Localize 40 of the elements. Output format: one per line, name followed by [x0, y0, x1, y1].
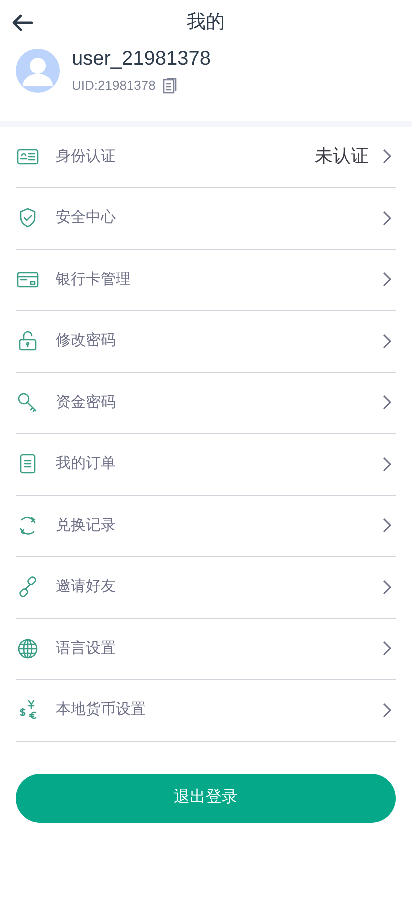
menu-item[interactable]: 兑换记录: [16, 496, 396, 557]
menu-label: 修改密码: [56, 331, 117, 351]
status-value: 未认证: [315, 145, 369, 168]
chevron-right-icon: [383, 149, 392, 164]
menu-item[interactable]: 我的订单: [16, 434, 396, 496]
logout-button[interactable]: 退出登录: [16, 774, 396, 822]
copy-icon: [162, 78, 177, 94]
chevron-right-icon: [383, 518, 392, 534]
globe-icon: [16, 636, 40, 661]
menu-label: 语言设置: [56, 638, 117, 658]
menu-item[interactable]: 安全中心: [16, 188, 396, 250]
menu-label: 身份认证: [56, 146, 117, 166]
menu-item[interactable]: 身份认证 未认证: [16, 126, 396, 188]
back-arrow-icon: [12, 14, 34, 32]
menu-item[interactable]: 资金密码: [16, 372, 396, 434]
menu-item[interactable]: 修改密码: [16, 311, 396, 372]
user-id: UID:21981378: [72, 77, 156, 95]
chevron-right-icon: [383, 580, 392, 595]
menu-item[interactable]: 邀请好友: [16, 557, 396, 618]
chevron-right-icon: [383, 456, 392, 472]
chevron-right-icon: [383, 210, 392, 226]
page-title: 我的: [187, 10, 225, 35]
menu-item[interactable]: 银行卡管理: [16, 250, 396, 311]
menu-label: 我的订单: [56, 454, 117, 474]
menu-label: 邀请好友: [56, 577, 117, 597]
menu-label: 资金密码: [56, 392, 117, 412]
chevron-right-icon: [383, 395, 392, 410]
chevron-right-icon: [383, 334, 392, 349]
menu-label: 本地货币设置: [56, 700, 147, 720]
chevron-right-icon: [383, 272, 392, 288]
menu-label: 安全中心: [56, 208, 117, 228]
chevron-right-icon: [383, 641, 392, 656]
menu-item[interactable]: 语言设置: [16, 618, 396, 680]
menu-item[interactable]: 本地货币设置: [16, 680, 396, 742]
copy-button[interactable]: [162, 78, 177, 94]
menu-label: 银行卡管理: [56, 270, 132, 290]
avatar-icon: [16, 48, 60, 93]
menu-label: 兑换记录: [56, 516, 117, 536]
username: user_21981378: [72, 47, 212, 72]
chevron-right-icon: [383, 702, 392, 718]
